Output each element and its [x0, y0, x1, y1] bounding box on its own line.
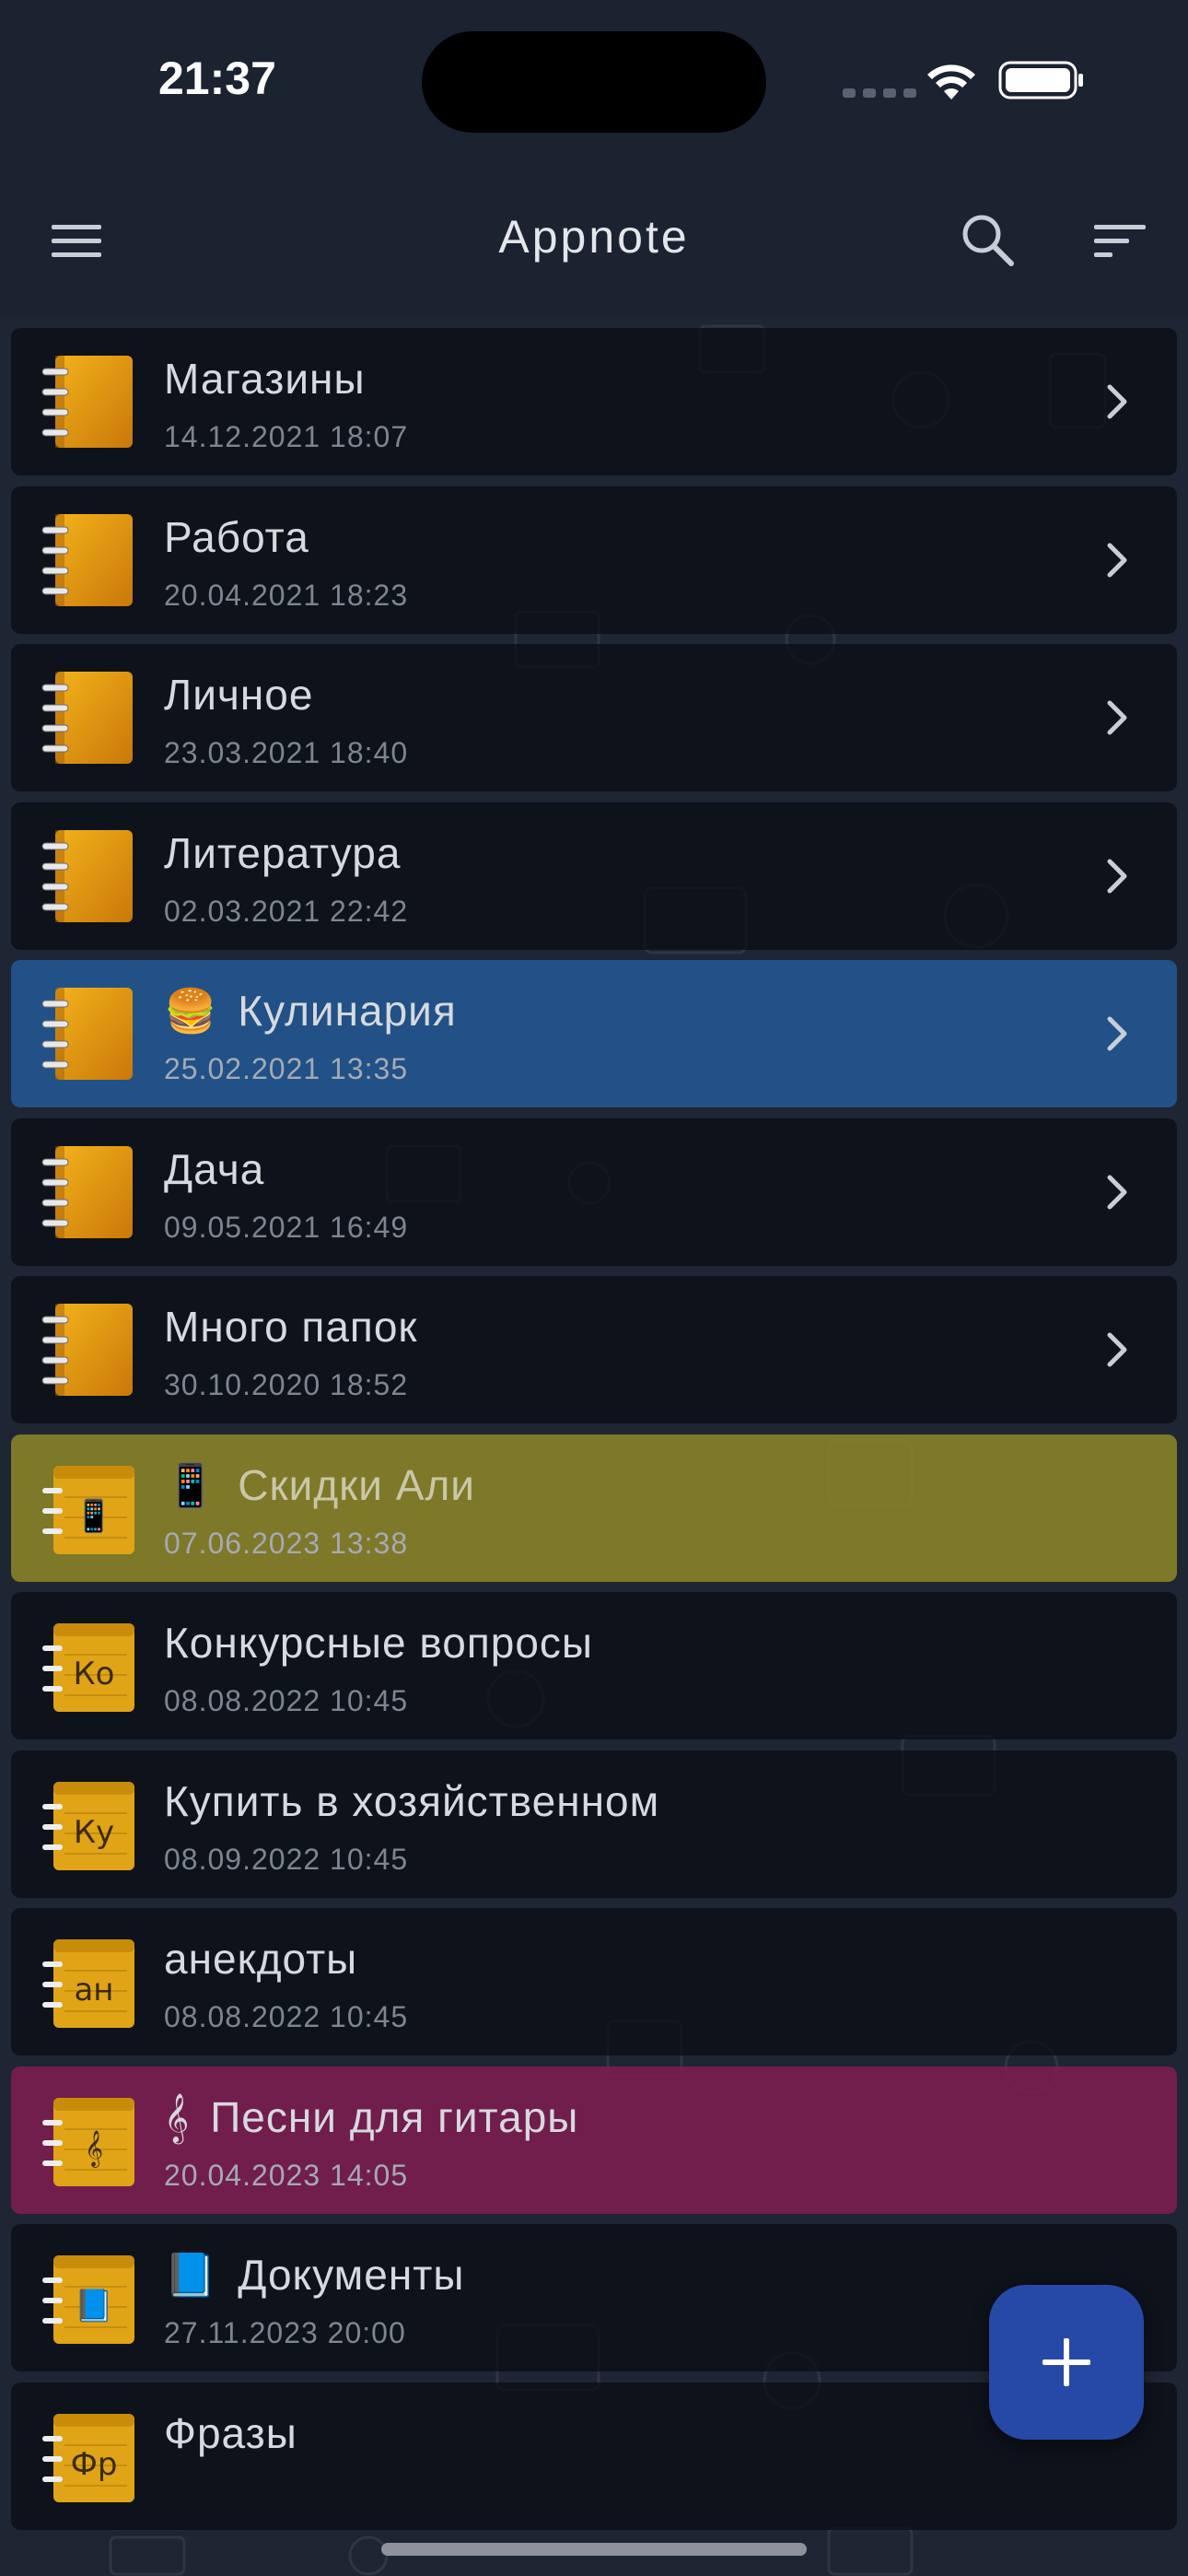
row-title-text: Песни для гитары	[210, 2092, 579, 2141]
note-row[interactable]: 𝄞 𝄞 Песни для гитары 20.04.2023 14:05	[11, 2066, 1177, 2214]
row-title-text: Документы	[238, 2251, 465, 2299]
folder-row[interactable]: Магазины 14.12.2021 18:07	[11, 328, 1177, 475]
row-title-text: Магазины	[164, 355, 366, 403]
cellular-signal-icon	[843, 88, 916, 98]
row-title-text: Литература	[164, 828, 402, 877]
row-title-text: Личное	[164, 671, 314, 719]
folder-row[interactable]: Работа 20.04.2021 18:23	[11, 486, 1177, 634]
title-emoji: 𝄞	[164, 2092, 191, 2141]
wifi-icon	[927, 64, 975, 100]
row-title: 𝄞 Песни для гитары	[164, 2092, 578, 2144]
folder-row[interactable]: Литература 02.03.2021 22:42	[11, 802, 1177, 950]
chevron-right-icon	[1107, 1016, 1127, 1051]
spiral-notebook-icon	[41, 513, 133, 606]
notepad-icon: Фр	[42, 2413, 134, 2502]
row-date: 08.08.2022 10:45	[164, 2000, 409, 2033]
row-title-text: Фразы	[164, 2408, 297, 2457]
spiral-notebook-icon	[41, 1145, 133, 1238]
home-indicator	[381, 2543, 807, 2556]
notepad-icon-label: Ку	[74, 1814, 114, 1851]
notepad-icon-label: 𝄞	[85, 2130, 103, 2168]
row-title: Конкурсные вопросы	[164, 1618, 593, 1668]
chevron-right-icon	[1107, 700, 1127, 735]
row-title: 📘 Документы	[164, 2250, 464, 2301]
row-title: анекдоты	[164, 1934, 357, 1984]
row-title: Купить в хозяйственном	[164, 1776, 659, 1826]
row-title: Литература	[164, 828, 401, 878]
row-date: 30.10.2020 18:52	[164, 1368, 409, 1401]
notepad-icon-label: ан	[74, 1972, 113, 2008]
row-title: Много папок	[164, 1302, 418, 1352]
row-date: 23.03.2021 18:40	[164, 736, 409, 769]
battery-icon	[998, 61, 1083, 100]
title-emoji: 📘	[164, 2251, 218, 2299]
row-title: Дача	[164, 1144, 264, 1194]
row-title: Личное	[164, 670, 313, 720]
notepad-icon-label: 📱	[75, 1498, 113, 1535]
chevron-right-icon	[1107, 384, 1127, 419]
row-title-text: Купить в хозяйственном	[164, 1776, 660, 1825]
chevron-right-icon	[1107, 859, 1127, 893]
status-time: 21:37	[158, 53, 276, 104]
row-date: 08.08.2022 10:45	[164, 1684, 409, 1717]
spiral-notebook-icon	[41, 829, 133, 922]
row-title: Работа	[164, 512, 309, 562]
chevron-right-icon	[1107, 1332, 1127, 1367]
status-bar: 21:37	[0, 0, 1188, 166]
row-date: 07.06.2023 13:38	[164, 1526, 409, 1560]
folder-row[interactable]: Личное 23.03.2021 18:40	[11, 644, 1177, 791]
row-date: 25.02.2021 13:35	[164, 1052, 409, 1085]
folder-row[interactable]: Много папок 30.10.2020 18:52	[11, 1276, 1177, 1423]
row-date: 20.04.2023 14:05	[164, 2158, 409, 2192]
row-title: Магазины	[164, 354, 366, 404]
note-row[interactable]: ан анекдоты 08.08.2022 10:45	[11, 1908, 1177, 2055]
spiral-notebook-icon	[41, 356, 133, 448]
row-date: 14.12.2021 18:07	[164, 420, 409, 453]
notepad-icon-label: Ко	[74, 1656, 115, 1692]
notepad-icon: 𝄞	[42, 2097, 134, 2186]
row-title-text: Скидки Али	[238, 1460, 475, 1509]
app-bar: Appnote	[0, 166, 1188, 317]
row-title-text: Кулинария	[238, 987, 457, 1035]
dynamic-island	[422, 31, 766, 133]
folder-row[interactable]: Дача 09.05.2021 16:49	[11, 1118, 1177, 1266]
row-title: 🍔 Кулинария	[164, 986, 457, 1036]
row-date: 02.03.2021 22:42	[164, 894, 409, 928]
row-date: 27.11.2023 20:00	[164, 2316, 406, 2349]
note-row[interactable]: Ко Конкурсные вопросы 08.08.2022 10:45	[11, 1592, 1177, 1739]
title-emoji: 🍔	[164, 987, 218, 1035]
row-title-text: Конкурсные вопросы	[164, 1619, 593, 1667]
chevron-right-icon	[1107, 543, 1127, 577]
row-title-text: Работа	[164, 512, 309, 561]
title-emoji: 📱	[164, 1460, 218, 1509]
row-date: 09.05.2021 16:49	[164, 1210, 409, 1244]
plus-icon	[1042, 2338, 1090, 2386]
spiral-notebook-icon	[41, 672, 133, 764]
row-title-text: Дача	[164, 1144, 265, 1193]
note-row[interactable]: Ку Купить в хозяйственном 08.09.2022 10:45	[11, 1750, 1177, 1898]
sort-icon[interactable]	[1092, 221, 1147, 262]
folder-row[interactable]: 🍔 Кулинария 25.02.2021 13:35	[11, 960, 1177, 1107]
notepad-icon: Ко	[42, 1623, 134, 1712]
row-title-text: Много папок	[164, 1303, 418, 1351]
spiral-notebook-icon	[41, 1304, 133, 1396]
note-row[interactable]: 📱 📱 Скидки Али 07.06.2023 13:38	[11, 1434, 1177, 1582]
search-icon[interactable]	[960, 212, 1017, 269]
row-title-text: анекдоты	[164, 1935, 358, 1983]
notebook-list[interactable]: Магазины 14.12.2021 18:07 Работа 20.04.2021…	[0, 317, 1188, 2576]
notepad-icon: Ку	[42, 1781, 134, 1870]
row-date: 20.04.2021 18:23	[164, 578, 409, 612]
notepad-icon-label: 📘	[75, 2288, 113, 2324]
notepad-icon-label: Фр	[71, 2446, 118, 2483]
row-title: Фразы	[164, 2408, 297, 2458]
add-note-button[interactable]	[989, 2285, 1144, 2440]
notepad-icon: 📱	[42, 1465, 134, 1554]
chevron-right-icon	[1107, 1175, 1127, 1209]
row-title: 📱 Скидки Али	[164, 1460, 475, 1511]
notepad-icon: ан	[42, 1939, 134, 2028]
row-date: 08.09.2022 10:45	[164, 1842, 409, 1876]
spiral-notebook-icon	[41, 988, 133, 1080]
notepad-icon: 📘	[42, 2255, 134, 2344]
